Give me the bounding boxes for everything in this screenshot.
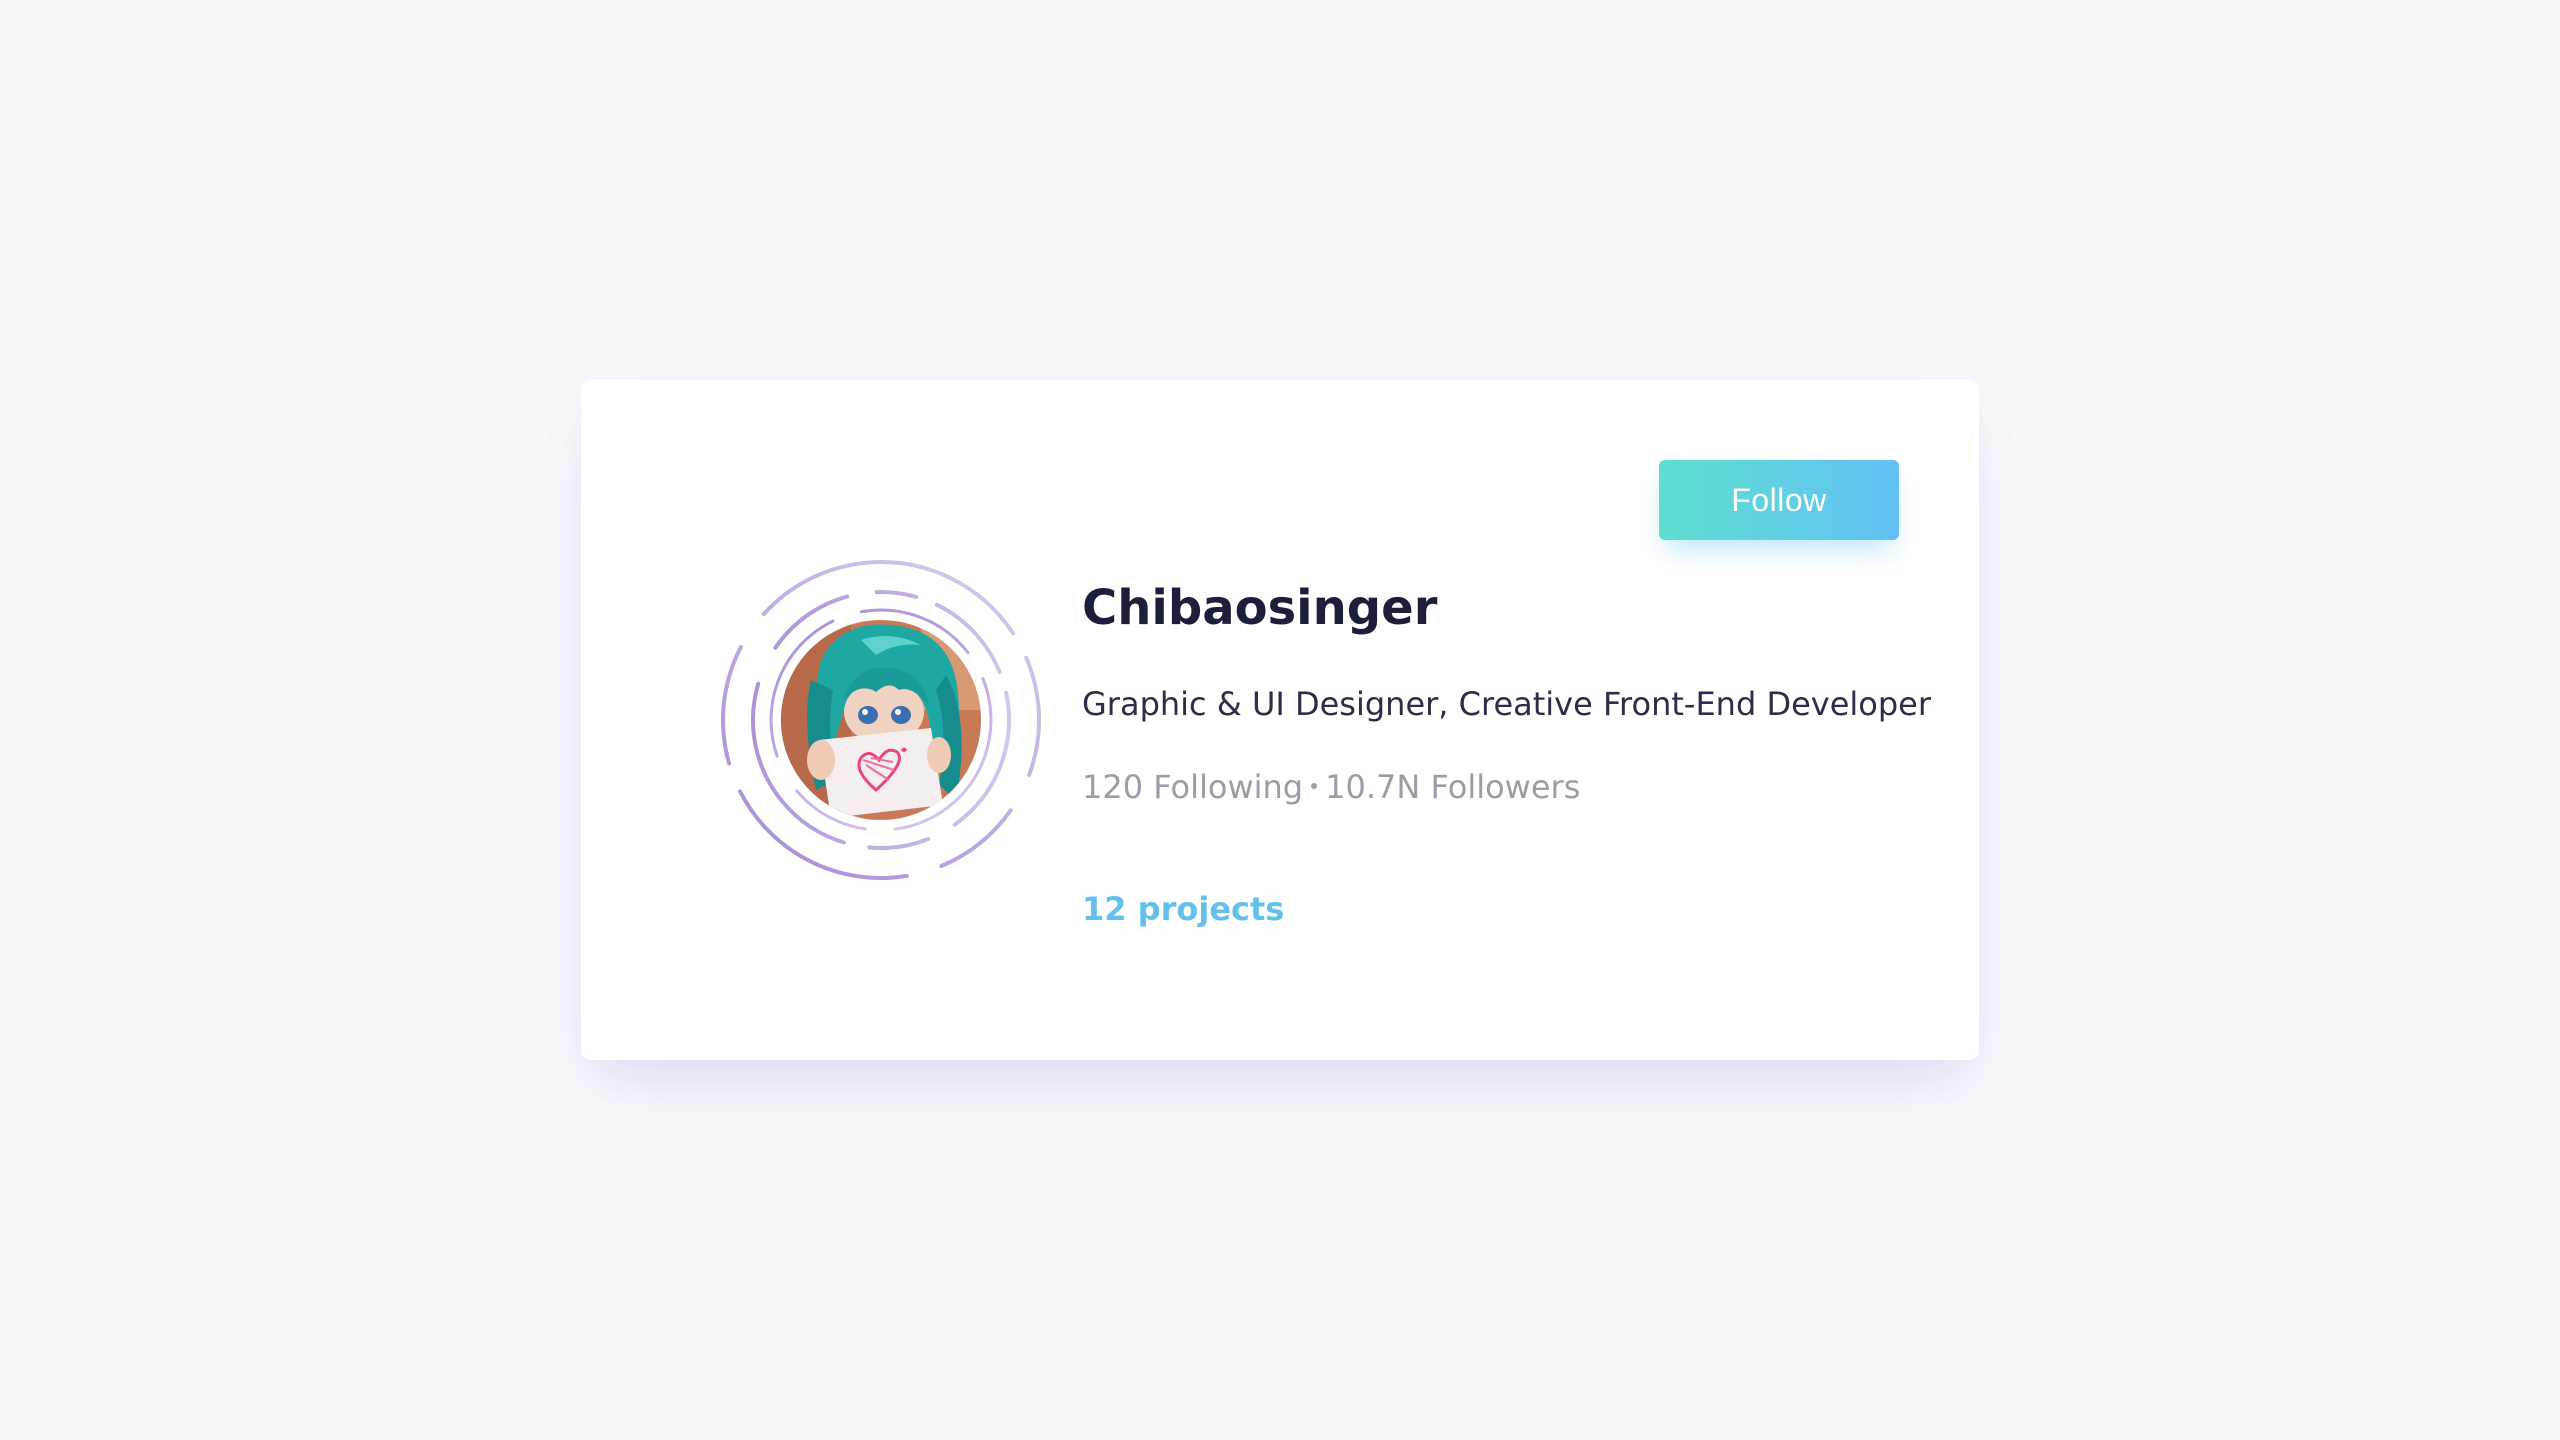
separator-dot-icon xyxy=(1311,783,1318,789)
projects-link[interactable]: 12 projects xyxy=(1082,890,1284,928)
avatar-photo-icon xyxy=(781,620,981,820)
profile-role: Graphic & UI Designer, Creative Front-En… xyxy=(1082,685,1932,723)
profile-stats: 120 Following 10.7N Followers xyxy=(1082,768,1580,806)
profile-name: Chibaosinger xyxy=(1082,580,1438,636)
avatar[interactable] xyxy=(781,620,981,820)
profile-card: Follow Chibaosinger Graphic & UI Designe… xyxy=(581,380,1979,1060)
following-count[interactable]: 120 Following xyxy=(1082,768,1303,806)
avatar-container xyxy=(716,555,1046,885)
follow-button[interactable]: Follow xyxy=(1659,460,1899,540)
followers-count[interactable]: 10.7N Followers xyxy=(1325,768,1580,806)
